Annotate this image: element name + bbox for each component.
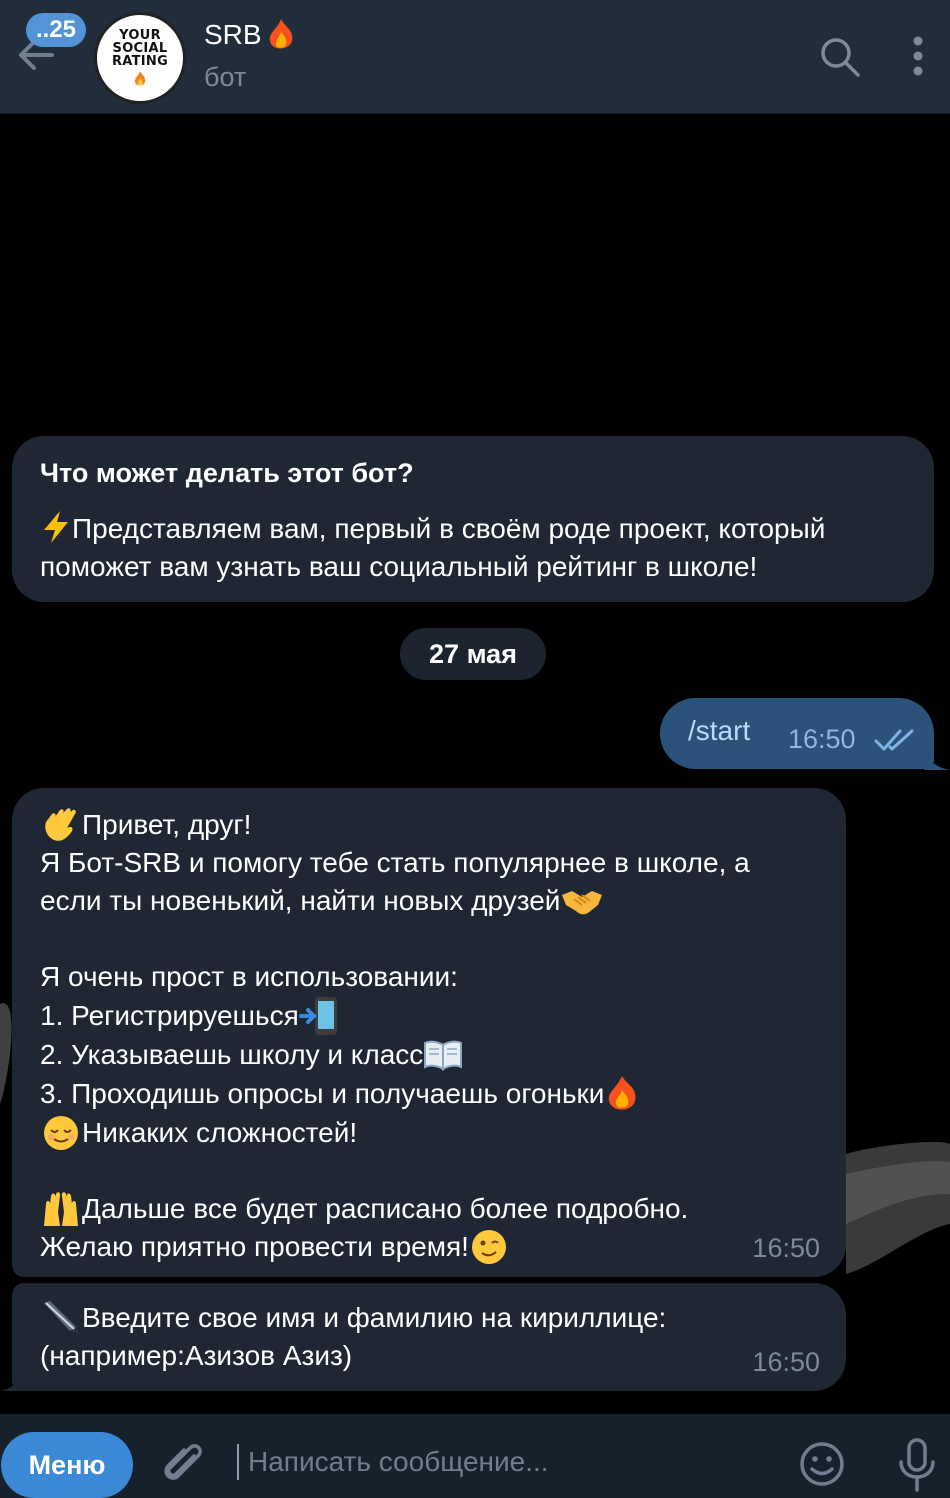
incoming-message[interactable]: Привет, друг! Я Бот-SRB и помогу тебе ст… bbox=[12, 788, 846, 1277]
more-vertical-icon[interactable] bbox=[900, 33, 936, 81]
message-line: Дальше все будет расписано более подробн… bbox=[40, 1190, 818, 1228]
wave-icon bbox=[45, 808, 76, 841]
chat-title[interactable]: SRB bbox=[204, 17, 296, 53]
message-line-text: 1. Регистрируешься bbox=[40, 1000, 299, 1031]
book-icon bbox=[424, 1040, 463, 1071]
message-input-bar: Меню bbox=[0, 1414, 950, 1498]
fire-icon bbox=[134, 70, 146, 85]
message-line: (например:Азизов Азиз) bbox=[40, 1337, 818, 1375]
message-line-text: Желаю приятно провести время! bbox=[40, 1231, 469, 1262]
message-line-text: Введите свое имя и фамилию на кириллице: bbox=[82, 1302, 667, 1333]
message-line: Никаких сложностей! bbox=[40, 1114, 818, 1152]
raised-hands-icon bbox=[44, 1192, 78, 1226]
menu-button[interactable]: Меню bbox=[1, 1432, 133, 1498]
message-line: Желаю приятно провести время! bbox=[40, 1228, 818, 1266]
message-line: 2. Указываешь школу и класс bbox=[40, 1036, 818, 1074]
chat-header: ..25 YOUR SOCIAL RATING SRB бот bbox=[0, 0, 950, 114]
relieved-face-icon bbox=[44, 1116, 78, 1150]
message-line-text: Я Бот-SRB и помогу тебе стать популярнее… bbox=[40, 847, 750, 878]
bubble-tail bbox=[0, 1371, 22, 1391]
message-time: 16:50 bbox=[788, 724, 856, 754]
message-line: 1. Регистрируешься bbox=[40, 996, 818, 1036]
bubble-tail bbox=[924, 748, 950, 770]
message-line-text: Никаких сложностей! bbox=[82, 1117, 358, 1148]
pen-icon bbox=[44, 1301, 80, 1335]
message-time: 16:50 bbox=[752, 1233, 820, 1263]
bot-info-card: Что может делать этот бот? Представляем … bbox=[12, 436, 934, 602]
message-line-text: (например:Азизов Азиз) bbox=[40, 1340, 353, 1371]
fire-icon bbox=[609, 1076, 636, 1110]
double-check-icon bbox=[874, 729, 914, 751]
message-line bbox=[40, 1152, 818, 1190]
message-line-text: 3. Проходишь опросы и получаешь огоньки bbox=[40, 1078, 605, 1109]
message-line bbox=[40, 920, 818, 958]
message-line: Я очень прост в использовании: bbox=[40, 958, 818, 996]
emoji-icon[interactable] bbox=[798, 1440, 846, 1488]
date-separator: 27 мая bbox=[400, 628, 546, 680]
message-line-text: Дальше все будет расписано более подробн… bbox=[82, 1193, 689, 1224]
message-line-text: Я очень прост в использовании: bbox=[40, 961, 458, 992]
message-line: если ты новенький, найти новых друзей bbox=[40, 882, 818, 920]
incoming-message[interactable]: Введите свое имя и фамилию на кириллице:… bbox=[12, 1283, 846, 1391]
message-line-text: Привет, друг! bbox=[82, 809, 252, 840]
lightning-icon bbox=[44, 511, 68, 543]
message-line-text: 2. Указываешь школу и класс bbox=[40, 1039, 424, 1070]
bot-info-title: Что может делать этот бот? bbox=[40, 458, 414, 488]
text-caret bbox=[237, 1444, 239, 1480]
chat-title-text: SRB bbox=[204, 19, 262, 50]
phone-icon bbox=[298, 997, 337, 1035]
message-input[interactable] bbox=[246, 1440, 770, 1484]
avatar[interactable]: YOUR SOCIAL RATING bbox=[94, 12, 186, 104]
message-line: 3. Проходишь опросы и получаешь огоньки bbox=[40, 1074, 818, 1114]
unread-count-badge[interactable]: ..25 bbox=[26, 13, 87, 47]
message-text[interactable]: /start bbox=[688, 715, 750, 747]
attach-icon[interactable] bbox=[160, 1440, 206, 1490]
fire-icon bbox=[269, 19, 292, 49]
avatar-logo-text: YOUR SOCIAL RATING bbox=[111, 27, 169, 69]
message-line: Я Бот-SRB и помогу тебе стать популярнее… bbox=[40, 844, 818, 882]
chat-subtitle: бот bbox=[204, 62, 247, 92]
message-time: 16:50 bbox=[752, 1347, 820, 1377]
bot-info-text: Представляем вам, первый в своём роде пр… bbox=[40, 513, 826, 582]
wink-face-icon bbox=[471, 1230, 506, 1264]
message-line: Привет, друг! bbox=[40, 806, 818, 844]
search-icon[interactable] bbox=[816, 33, 864, 81]
outgoing-message[interactable]: /start 16:50 bbox=[660, 698, 934, 769]
microphone-icon[interactable] bbox=[896, 1438, 938, 1494]
message-line-text: если ты новенький, найти новых друзей bbox=[40, 885, 561, 916]
handshake-icon bbox=[562, 891, 603, 915]
telegram-chat-screen: ..25 YOUR SOCIAL RATING SRB бот Что може… bbox=[0, 0, 950, 1498]
bot-info-body: Представляем вам, первый в своём роде пр… bbox=[40, 510, 906, 586]
message-line: Введите свое имя и фамилию на кириллице: bbox=[40, 1299, 818, 1337]
